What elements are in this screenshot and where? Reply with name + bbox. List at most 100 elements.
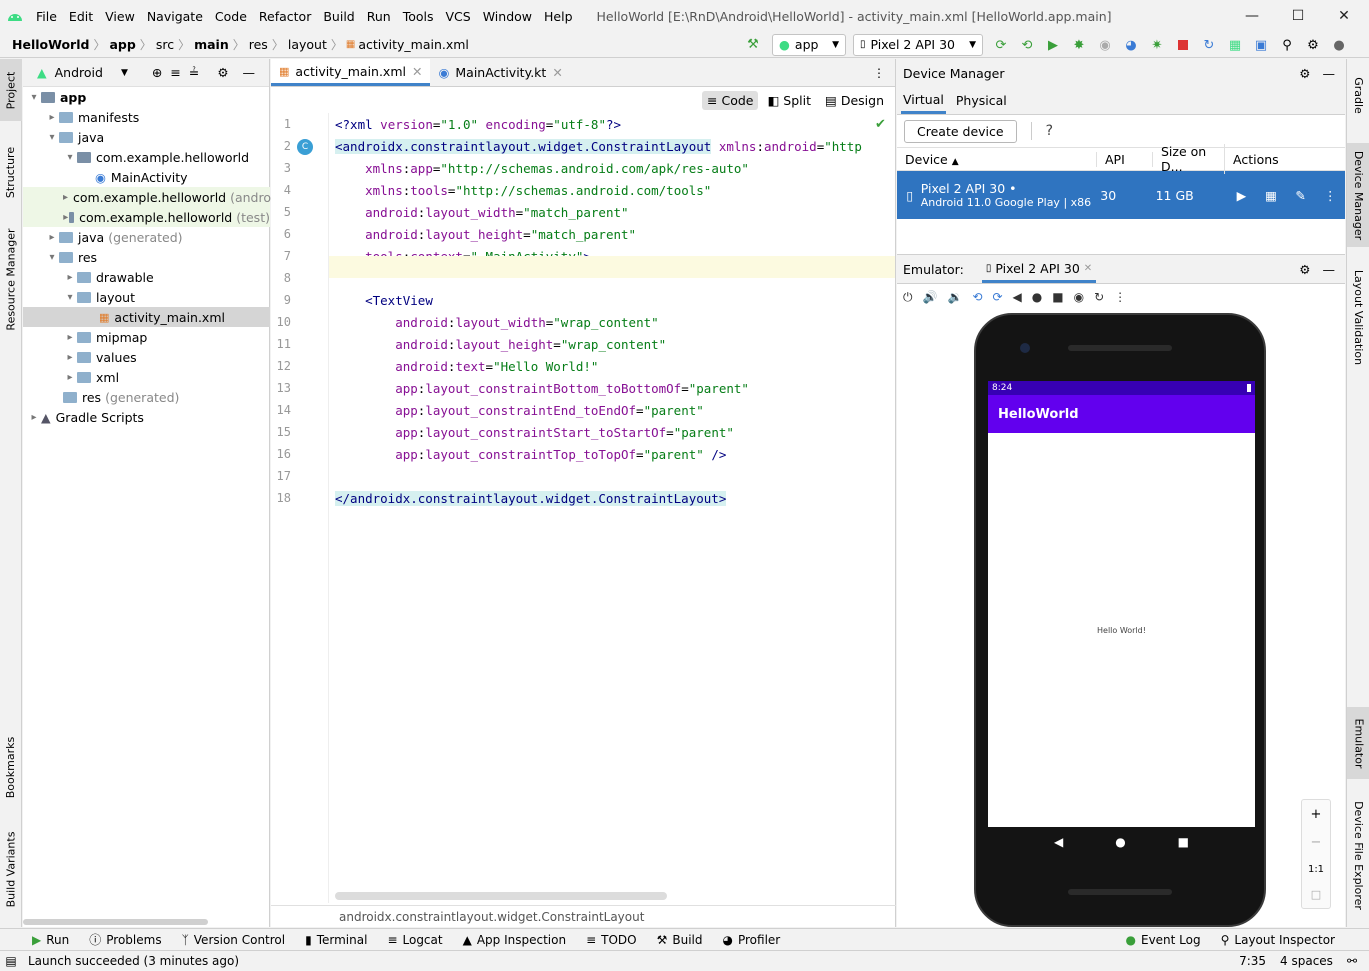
menu-tools[interactable]: Tools [397,9,440,24]
tree-item-res[interactable]: ▾ res [23,247,270,267]
tab-emulator[interactable]: Emulator [1347,707,1369,779]
snapshot-icon[interactable]: ↻ [1094,290,1104,304]
status-message[interactable]: Launch succeeded (3 minutes ago) [28,954,239,968]
tree-item-app[interactable]: ▾ app [23,87,270,107]
tab-virtual[interactable]: Virtual [901,88,946,114]
col-api[interactable]: API [1097,151,1153,167]
sdk-manager-icon[interactable]: ▣ [1250,34,1272,56]
volume-down-icon[interactable]: 🔉 [947,290,962,304]
editor-horizontal-scrollbar[interactable] [335,892,667,900]
make-project-hammer-icon[interactable]: ⚒ [742,34,764,56]
nav-home-icon[interactable]: ● [1115,835,1125,849]
close-tab-icon[interactable]: ✕ [552,65,562,80]
tree-item-package-main[interactable]: ▾ com.example.helloworld [23,147,270,167]
tab-mainactivity-kt[interactable]: ◉ MainActivity.kt ✕ [430,59,570,86]
breadcrumb-layout[interactable]: layout [284,37,331,52]
tree-item-mipmap[interactable]: ▸ mipmap [23,327,270,347]
col-device[interactable]: Device ▲ [897,151,1097,167]
project-view-select[interactable]: Android [55,65,103,80]
power-icon[interactable]: ⏻ [903,290,913,305]
tool-event-log[interactable]: ● Event Log [1116,933,1211,947]
breadcrumb-file[interactable]: ▦ activity_main.xml [343,37,473,52]
tree-item-res-generated[interactable]: res (generated) [23,387,270,407]
tree-item-activity-main-xml[interactable]: ▦ activity_main.xml [23,307,270,327]
create-device-button[interactable]: Create device [904,119,1017,143]
tool-terminal[interactable]: ▮ Terminal [295,933,377,947]
more-options-icon[interactable]: ⋮ [1114,290,1126,304]
zoom-out-icon[interactable]: − [1311,835,1322,850]
breadcrumb-src[interactable]: src [152,37,178,52]
tab-build-variants[interactable]: Build Variants [0,819,22,919]
run-config-select[interactable]: ● app ▼ [772,33,846,56]
account-icon[interactable]: ● [1328,34,1350,56]
tool-logcat[interactable]: ≡ Logcat [377,933,452,947]
close-window-icon[interactable]: ✕ [1321,0,1367,32]
device-manager-icon[interactable]: ▦ [1224,34,1246,56]
menu-refactor[interactable]: Refactor [253,9,317,24]
nav-recents-icon[interactable]: ■ [1178,835,1189,849]
mode-design-button[interactable]: ▤ Design [820,91,889,110]
menu-window[interactable]: Window [477,9,538,24]
code-line[interactable]: android:layout_height="wrap_content" [335,337,666,352]
phone-screen[interactable]: 8:24 HelloWorld Hello World! [988,381,1255,827]
code-line[interactable]: app:layout_constraintBottom_toBottomOf="… [335,381,749,396]
tool-problems[interactable]: ⓘ Problems [79,931,171,948]
tab-project[interactable]: Project [0,59,22,121]
tab-activity-main-xml[interactable]: ▦ activity_main.xml ✕ [271,59,431,86]
screenshot-camera-icon[interactable]: ◉ [1074,290,1084,304]
code-line[interactable]: android:layout_width="wrap_content" [335,315,658,330]
tab-structure[interactable]: Structure [0,137,22,207]
tool-profiler[interactable]: ◕ Profiler [713,933,791,947]
gear-icon[interactable]: ⚙ [217,65,228,80]
tree-item-manifests[interactable]: ▸ manifests [23,107,270,127]
code-line[interactable]: android:text="Hello World!" [335,359,598,374]
code-line[interactable]: app:layout_constraintTop_toTopOf="parent… [335,447,726,462]
breadcrumb-app[interactable]: app [105,37,139,52]
tree-item-package-test[interactable]: ▸ com.example.helloworld (test) [23,207,270,227]
locate-file-icon[interactable]: ⊕ [152,65,162,80]
volume-up-icon[interactable]: 🔊 [923,290,938,304]
lock-icon[interactable]: ⚯ [1347,954,1357,968]
tab-resource-manager[interactable]: Resource Manager [0,219,22,339]
search-icon[interactable]: ⚲ [1276,34,1298,56]
tool-run[interactable]: ▶ Run [22,933,79,947]
overview-icon[interactable]: ■ [1052,290,1063,304]
menu-file[interactable]: File [30,9,63,24]
code-line[interactable]: <TextView [335,293,433,308]
attach-debugger-icon[interactable]: ✷ [1146,34,1168,56]
tool-todo[interactable]: ≡ TODO [576,933,647,947]
menu-code[interactable]: Code [209,9,253,24]
folder-open-icon[interactable]: ▦ [1256,188,1286,203]
zoom-in-icon[interactable]: + [1311,807,1322,822]
run-icon[interactable]: ▶ [1042,34,1064,56]
tree-item-java-generated[interactable]: ▸ java (generated) [23,227,270,247]
mode-code-button[interactable]: ≡ Code [701,90,759,110]
tab-gradle[interactable]: Gradle [1347,65,1369,125]
debug-bug-icon[interactable]: ✸ [1068,34,1090,56]
more-actions-icon[interactable]: ⋮ [1315,188,1345,203]
breadcrumb-res[interactable]: res [245,37,272,52]
tree-item-java[interactable]: ▾ java [23,127,270,147]
code-line[interactable]: app:layout_constraintEnd_toEndOf="parent… [335,403,704,418]
code-line[interactable]: <?xml version="1.0" encoding="utf-8"?> [335,117,621,132]
col-size[interactable]: Size on D... [1153,144,1225,174]
tab-physical[interactable]: Physical [954,89,1009,112]
back-icon[interactable]: ◀ [1013,290,1022,304]
menu-help[interactable]: Help [538,9,579,24]
collapse-all-icon[interactable]: ≟ [189,65,199,80]
code-line[interactable]: xmlns:tools="http://schemas.android.com/… [335,183,711,198]
nav-back-icon[interactable]: ◀ [1054,835,1063,849]
breadcrumb-project[interactable]: HelloWorld [8,37,93,52]
launch-icon[interactable]: ▶ [1227,188,1257,203]
menu-view[interactable]: View [99,9,141,24]
chevron-down-icon[interactable]: ▼ [121,68,128,78]
zoom-fit-icon[interactable]: □ [1311,888,1321,901]
tab-layout-validation[interactable]: Layout Validation [1347,259,1369,375]
tool-layout-inspector[interactable]: ⚲ Layout Inspector [1211,933,1345,947]
close-tab-icon[interactable]: ✕ [412,64,422,79]
apply-code-changes-icon[interactable]: ⟲ [1016,34,1038,56]
help-icon[interactable]: ? [1046,123,1053,139]
home-icon[interactable]: ● [1032,290,1042,304]
breadcrumb-main[interactable]: main [190,37,233,52]
menu-build[interactable]: Build [317,9,360,24]
